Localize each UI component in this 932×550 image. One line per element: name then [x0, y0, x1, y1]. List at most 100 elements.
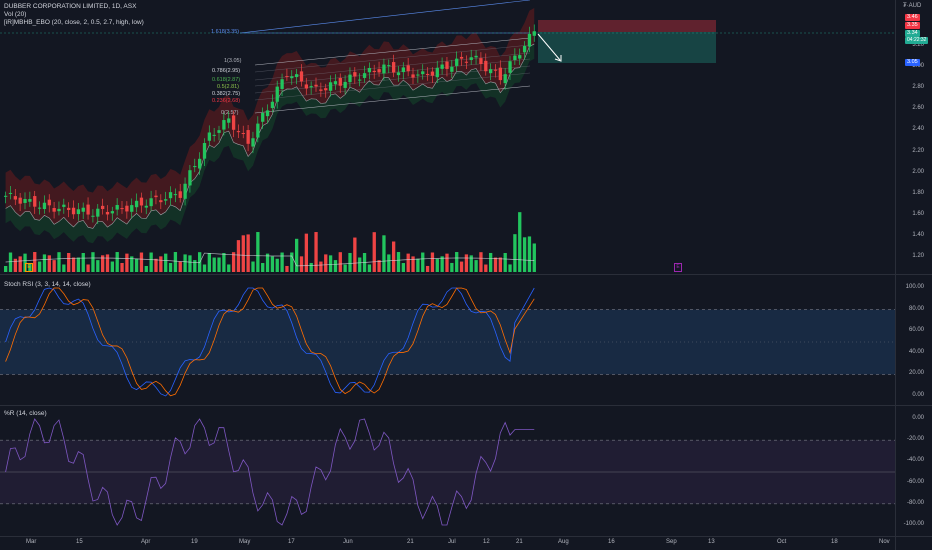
candle-body — [435, 67, 439, 78]
volume-bar — [18, 256, 22, 272]
stoch-axis-tick: 0.00 — [912, 392, 924, 398]
price-tag-stop: 3.35 — [905, 22, 920, 29]
time-axis-label: Sep — [666, 539, 677, 545]
volume-bar — [348, 252, 352, 272]
volume-bar — [275, 258, 279, 272]
fib-label: 0.5(2.81) — [217, 84, 240, 90]
volume-bar — [265, 253, 270, 272]
event-marker[interactable]: E — [674, 263, 682, 272]
fib-label: 0.236(2.68) — [212, 98, 241, 104]
time-axis-label: Aug — [558, 539, 569, 545]
volume-bar — [445, 253, 449, 272]
candle-body — [532, 31, 536, 36]
candle-body — [382, 64, 386, 74]
volume-bar — [440, 256, 444, 272]
candle-body — [193, 166, 197, 168]
candle-body — [149, 198, 153, 207]
price-axis-tick: 2.20 — [912, 147, 924, 154]
symbol-legend[interactable]: DUBBER CORPORATION LIMITED, 1D, ASX — [4, 3, 136, 11]
volume-bar — [358, 257, 362, 272]
candle-body — [484, 60, 488, 72]
volume-bar — [280, 252, 284, 272]
volume-bar — [304, 233, 308, 272]
candle-body — [474, 55, 478, 58]
volume-bar — [241, 235, 245, 272]
candle-body — [270, 101, 275, 109]
candle-body — [231, 115, 236, 130]
candle-body — [115, 205, 119, 210]
volume-bar — [474, 260, 478, 272]
candle-body — [387, 65, 391, 67]
candle-body — [450, 66, 454, 72]
volume-bar — [455, 252, 459, 272]
volume-bar — [115, 252, 119, 272]
candle-body — [464, 61, 469, 63]
volume-bar — [62, 264, 66, 272]
fib-label: 0.618(2.87) — [212, 77, 241, 83]
candle-body — [188, 170, 192, 186]
stop-loss-zone — [538, 20, 716, 32]
volume-bar — [173, 252, 178, 272]
price-tag-target: 3.05 — [905, 59, 920, 66]
volume-bar — [522, 237, 527, 272]
candle-body — [13, 196, 17, 200]
volume-bar — [261, 263, 265, 272]
volume-bar — [411, 256, 415, 272]
candle-body — [421, 71, 425, 75]
time-axis-label: Jun — [343, 539, 353, 545]
earnings-marker[interactable]: E — [25, 263, 33, 272]
candle-body — [251, 138, 255, 147]
volume-bar — [309, 262, 313, 272]
volume-bar — [314, 232, 318, 272]
candle-body — [513, 55, 517, 60]
volume-bar — [217, 257, 221, 272]
volume-bar — [159, 256, 163, 272]
candle-body — [159, 200, 163, 203]
candle-body — [8, 192, 13, 194]
volume-bar — [67, 252, 71, 272]
candle-body — [202, 143, 207, 159]
volume-legend[interactable]: Vol (20) — [4, 11, 26, 19]
wr-axis-tick: -20.00 — [906, 436, 924, 443]
price-axis-tick: 1.80 — [912, 189, 924, 196]
price-axis-tick: 2.60 — [912, 105, 924, 112]
fib-label: 0.786(2.95) — [212, 68, 241, 74]
chart-canvas[interactable] — [0, 0, 932, 550]
candle-body — [430, 71, 435, 76]
candle-body — [338, 78, 342, 86]
candle-body — [406, 65, 410, 72]
candle-body — [120, 208, 124, 210]
candle-body — [246, 130, 250, 144]
volume-bar — [110, 261, 114, 272]
volume-bar — [202, 264, 207, 272]
volume-bar — [52, 260, 56, 272]
price-axis-tick: 1.60 — [912, 210, 924, 217]
stoch-legend[interactable]: Stoch RSI (3, 3, 14, 14, close) — [4, 281, 91, 289]
candle-body — [101, 205, 105, 210]
risk-reward-box — [537, 20, 716, 63]
volume-bar — [4, 266, 8, 272]
candle-body — [110, 211, 114, 214]
volume-bar — [489, 252, 493, 272]
indicator-legend[interactable]: [iR]MBHB_EBO (20, close, 2, 0.5, 2.7, hi… — [4, 19, 144, 27]
volume-bar — [144, 265, 148, 272]
stoch-axis-tick: 100.00 — [905, 284, 924, 290]
candle-body — [256, 123, 260, 138]
candle-body — [71, 207, 76, 215]
volume-bar — [513, 234, 517, 272]
candle-body — [328, 82, 333, 91]
candle-body — [57, 208, 61, 212]
candle-body — [76, 209, 81, 215]
volume-bar — [236, 240, 241, 272]
candle-body — [392, 62, 396, 73]
volume-bar — [105, 254, 110, 272]
wr-legend[interactable]: %R (14, close) — [4, 410, 47, 418]
time-axis-label: Oct — [777, 539, 787, 545]
volume-bar — [134, 258, 139, 272]
candle-body — [479, 58, 483, 64]
candle-body — [125, 205, 129, 212]
candle-body — [396, 72, 401, 76]
volume-bar — [484, 264, 488, 272]
candle-body — [144, 205, 148, 208]
candle-body — [367, 68, 372, 73]
